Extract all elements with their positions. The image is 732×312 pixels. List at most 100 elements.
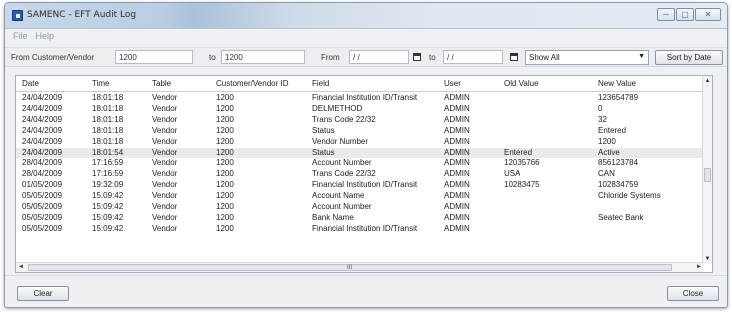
cell-date: 24/04/2009 — [22, 93, 63, 102]
cell-field: Status — [312, 125, 335, 135]
maximize-icon[interactable]: ▢ — [676, 8, 694, 21]
sort-by-date-button[interactable]: Sort by Date — [655, 50, 723, 65]
cell-date: 05/05/2009 — [22, 202, 63, 211]
table-row[interactable]: 24/04/2009 18:01:18 Vendor 1200 Trans Code 2… — [16, 115, 704, 125]
column-header-field[interactable]: Field — [312, 79, 329, 88]
app-icon — [12, 10, 23, 21]
table-row[interactable]: 24/04/2009 18:01:54 Vendor 1200 Status ADMIN E… — [16, 147, 704, 158]
cell-table: Vendor — [152, 158, 178, 168]
cell-time: 15:09:42 — [92, 212, 124, 222]
cell-customer-vendor-id: 1200 — [216, 114, 234, 124]
from-date-field[interactable]: / / — [349, 50, 409, 64]
to-date-field[interactable]: / / — [443, 50, 503, 64]
cell-field: Account Name — [312, 191, 365, 201]
clear-button[interactable]: Clear — [17, 286, 69, 301]
table-row[interactable]: 24/04/2009 18:01:18 Vendor 1200 Financial In… — [16, 93, 704, 103]
cell-customer-vendor-id: 1200 — [216, 136, 234, 146]
table-row[interactable]: 24/04/2009 18:01:18 Vendor 1200 Status ADMIN E… — [16, 126, 704, 136]
cell-new-value: 32 — [598, 114, 607, 124]
from-calendar-icon[interactable] — [413, 53, 421, 61]
menu-file[interactable]: File — [13, 31, 28, 41]
to-vendor-field[interactable]: 1200 — [221, 50, 305, 64]
cell-field: Trans Code 22/32 — [312, 169, 376, 179]
cell-date: 05/05/2009 — [22, 212, 63, 222]
close-window-icon[interactable]: ✕ — [695, 8, 721, 21]
cell-date: 28/04/2009 — [22, 158, 63, 168]
cell-date: 24/04/2009 — [22, 147, 63, 157]
cell-old-value: Entered — [504, 147, 533, 157]
column-header-new-value[interactable]: New Value — [598, 79, 636, 88]
column-header-old-value[interactable]: Old Value — [504, 79, 539, 88]
cell-user: ADMIN — [444, 125, 470, 135]
column-header-user[interactable]: User — [444, 79, 461, 88]
cell-new-value: Chloride Systems — [598, 191, 661, 201]
scroll-left-icon[interactable]: ◄ — [16, 263, 26, 272]
table-row[interactable]: 01/05/2009 19:32:09 Vendor 1200 Financial In… — [16, 180, 704, 190]
cell-table: Vendor — [152, 169, 178, 179]
table-row[interactable]: 05/05/2009 15:09:42 Vendor 1200 Account Name… — [16, 191, 704, 201]
cell-old-value: 12035766 — [504, 158, 540, 168]
table-row[interactable]: 28/04/2009 17:16:59 Vendor 1200 Trans Code 2… — [16, 169, 704, 179]
cell-table: Vendor — [152, 202, 178, 211]
close-button[interactable]: Close — [667, 286, 719, 301]
audit-log-grid[interactable]: Date Time Table Customer/Vendor ID Field… — [15, 75, 713, 273]
horizontal-scroll-thumb[interactable]: III — [28, 264, 672, 271]
horizontal-scrollbar[interactable]: ◄ III ► — [16, 262, 704, 272]
show-filter-select[interactable]: Show All ▼ — [525, 50, 649, 65]
cell-customer-vendor-id: 1200 — [216, 191, 234, 201]
cell-table: Vendor — [152, 180, 178, 190]
cell-field: Trans Code 22/32 — [312, 114, 376, 124]
scroll-up-icon[interactable]: ▲ — [703, 76, 712, 86]
title-bar[interactable]: SAMENC - EFT Audit Log ─ ▢ ✕ — [5, 3, 727, 29]
cell-time: 18:01:54 — [92, 147, 124, 157]
cell-field: Financial Institution ID/Transit — [312, 93, 418, 102]
scroll-right-icon[interactable]: ► — [694, 263, 704, 272]
column-header-customer-vendor-id[interactable]: Customer/Vendor ID — [216, 79, 288, 88]
menu-help[interactable]: Help — [36, 31, 55, 41]
cell-user: ADMIN — [444, 103, 470, 113]
minimize-icon[interactable]: ─ — [657, 8, 675, 21]
vertical-scrollbar[interactable]: ▲ ▼ — [702, 76, 712, 264]
cell-customer-vendor-id: 1200 — [216, 103, 234, 113]
table-row[interactable]: 05/05/2009 15:09:42 Vendor 1200 Financial In… — [16, 224, 704, 234]
table-row[interactable]: 24/04/2009 18:01:18 Vendor 1200 Vendor Numbe… — [16, 137, 704, 147]
cell-old-value: 10283475 — [504, 180, 540, 190]
cell-field: Status — [312, 147, 335, 157]
cell-table: Vendor — [152, 93, 178, 102]
vertical-scroll-thumb[interactable] — [704, 168, 711, 182]
column-header-date[interactable]: Date — [22, 79, 39, 88]
cell-date: 05/05/2009 — [22, 223, 63, 233]
to-date-label: to — [429, 53, 436, 62]
grid-header: Date Time Table Customer/Vendor ID Field… — [16, 76, 704, 92]
cell-new-value: Active — [598, 147, 620, 157]
table-row[interactable]: 28/04/2009 17:16:59 Vendor 1200 Account Numb… — [16, 158, 704, 168]
cell-user: ADMIN — [444, 223, 470, 233]
cell-new-value: 0 — [598, 103, 603, 113]
cell-date: 24/04/2009 — [22, 125, 63, 135]
cell-new-value: 123654789 — [598, 93, 639, 102]
cell-time: 18:01:18 — [92, 125, 124, 135]
cell-table: Vendor — [152, 147, 178, 157]
chevron-down-icon: ▼ — [638, 53, 645, 60]
cell-user: ADMIN — [444, 147, 470, 157]
table-row[interactable]: 05/05/2009 15:09:42 Vendor 1200 Account Numb… — [16, 202, 704, 212]
cell-customer-vendor-id: 1200 — [216, 147, 234, 157]
cell-customer-vendor-id: 1200 — [216, 169, 234, 179]
column-header-table[interactable]: Table — [152, 79, 171, 88]
cell-customer-vendor-id: 1200 — [216, 180, 234, 190]
from-vendor-field[interactable]: 1200 — [115, 50, 193, 64]
filter-bar: From Customer/Vendor 1200 to 1200 From /… — [5, 47, 727, 67]
cell-user: ADMIN — [444, 136, 470, 146]
cell-field: Account Number — [312, 202, 372, 211]
column-header-time[interactable]: Time — [92, 79, 109, 88]
table-row[interactable]: 05/05/2009 15:09:42 Vendor 1200 Bank Name ADM… — [16, 213, 704, 223]
to-calendar-icon[interactable] — [510, 53, 518, 61]
cell-time: 18:01:18 — [92, 93, 124, 102]
scroll-down-icon[interactable]: ▼ — [703, 254, 712, 264]
cell-table: Vendor — [152, 136, 178, 146]
cell-customer-vendor-id: 1200 — [216, 125, 234, 135]
cell-time: 15:09:42 — [92, 223, 124, 233]
cell-user: ADMIN — [444, 169, 470, 179]
table-row[interactable]: 24/04/2009 18:01:18 Vendor 1200 DELMETHOD ADM… — [16, 104, 704, 114]
window-title: SAMENC - EFT Audit Log — [27, 10, 137, 20]
